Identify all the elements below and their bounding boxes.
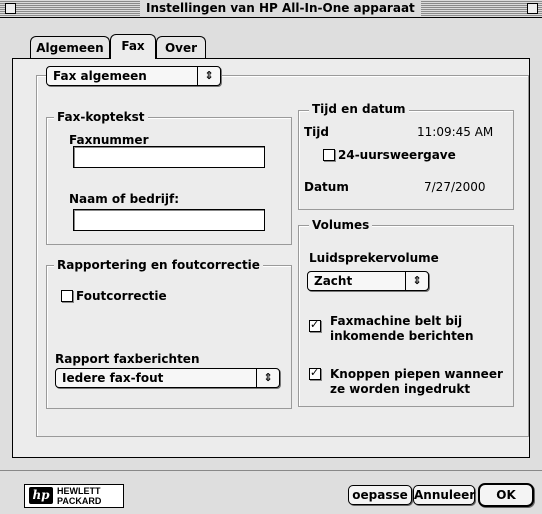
tab-over[interactable]: Over: [156, 36, 206, 59]
popup-arrows-icon: ⇕: [197, 67, 220, 85]
hour24-checkbox[interactable]: [323, 149, 335, 161]
cancel-button[interactable]: Annuleer: [413, 485, 475, 505]
ring-label-line2: inkomende berichten: [330, 329, 474, 343]
fax-number-label: Faxnummer: [69, 133, 149, 147]
volumes-group-label: Volumes: [309, 218, 373, 232]
report-popup[interactable]: Iedere fax-fout ⇕: [55, 368, 280, 388]
ring-checkbox[interactable]: [309, 318, 321, 332]
speaker-volume-value: Zacht: [314, 274, 353, 288]
beep-checkbox[interactable]: [309, 366, 321, 380]
report-popup-value: Iedere fax-fout: [62, 371, 164, 385]
time-label: Tijd: [304, 125, 330, 139]
apply-button[interactable]: oepasse: [348, 485, 412, 505]
bottom-separator: [0, 470, 542, 471]
tab-over-label: Over: [164, 41, 198, 55]
title-bar[interactable]: Instellingen van HP All-In-One apparaat: [0, 0, 542, 18]
error-correction-label: Foutcorrectie: [76, 289, 167, 303]
section-popup-value: Fax algemeen: [53, 69, 147, 83]
report-popup-arrows-icon: ⇕: [256, 369, 279, 387]
speaker-popup-arrows-icon: ⇕: [405, 272, 428, 290]
date-value: 7/27/2000: [424, 180, 486, 194]
name-field[interactable]: [73, 209, 265, 231]
hp-logo-text: HEWLETT PACKARD: [57, 486, 101, 506]
date-label: Datum: [304, 180, 349, 194]
tab-fax[interactable]: Fax: [110, 34, 156, 59]
speaker-volume-popup[interactable]: Zacht ⇕: [307, 271, 429, 291]
report-label: Rapport faxberichten: [55, 352, 200, 366]
speaker-volume-label: Luidsprekervolume: [309, 251, 439, 265]
section-popup[interactable]: Fax algemeen ⇕: [46, 66, 221, 86]
fax-header-group-label: Fax-koptekst: [54, 110, 148, 124]
tab-algemeen[interactable]: Algemeen: [30, 36, 110, 59]
hour24-label: 24-uursweergave: [338, 148, 456, 162]
time-date-group-label: Tijd en datum: [309, 102, 409, 116]
hp-logo-line1: HEWLETT: [57, 486, 101, 496]
hp-logo-line2: PACKARD: [57, 496, 102, 506]
error-correction-checkbox[interactable]: [61, 290, 73, 302]
hp-logo-mark: hp: [29, 487, 53, 504]
name-label: Naam of bedrijf:: [69, 192, 180, 206]
zoom-box[interactable]: [527, 3, 538, 14]
window-title: Instellingen van HP All-In-One apparaat: [140, 0, 421, 17]
reporting-group-label: Rapportering en foutcorrectie: [54, 258, 263, 272]
beep-label-line1: Knoppen piepen wanneer: [330, 367, 503, 381]
close-box[interactable]: [5, 3, 16, 14]
ok-button[interactable]: OK: [478, 483, 534, 507]
beep-label-line2: ze worden ingedrukt: [330, 382, 471, 396]
settings-window: Instellingen van HP All-In-One apparaat …: [0, 0, 542, 514]
fax-number-field[interactable]: [73, 146, 265, 168]
ring-label-line1: Faxmachine belt bij: [330, 314, 463, 328]
hp-logo: hp HEWLETT PACKARD: [24, 484, 124, 508]
tab-fax-label: Fax: [121, 39, 145, 53]
tab-algemeen-label: Algemeen: [36, 41, 104, 55]
time-value: 11:09:45 AM: [417, 125, 494, 139]
